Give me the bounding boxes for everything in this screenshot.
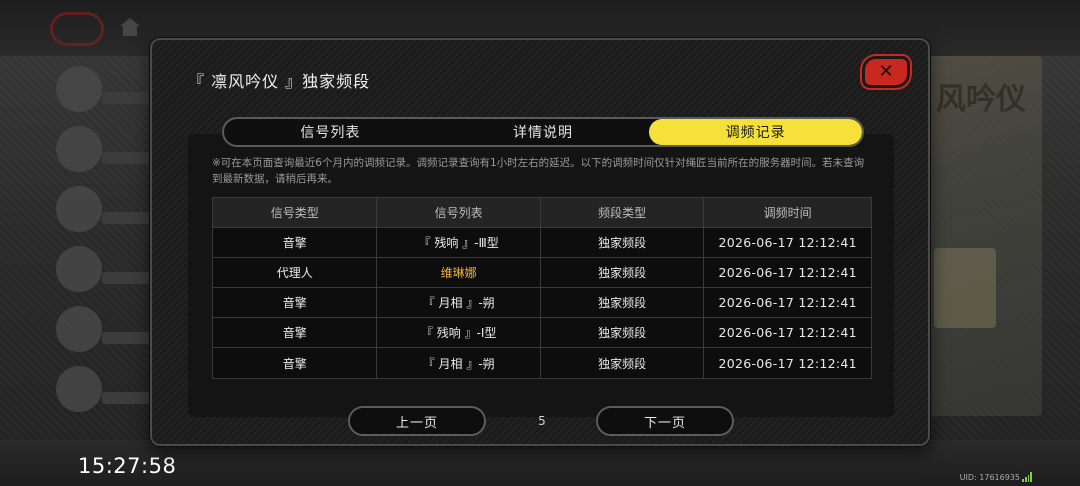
cell-tuning-time: 2026-06-17 12:12:41 xyxy=(704,258,871,288)
tab-signal-list[interactable]: 信号列表 xyxy=(224,119,437,145)
cell-band-type: 独家频段 xyxy=(540,318,705,348)
tab-details[interactable]: 详情说明 xyxy=(437,119,650,145)
cell-tuning-time: 2026-06-17 12:12:41 xyxy=(704,228,871,258)
cell-signal-item: 『 残响 』-Ⅰ型 xyxy=(377,318,541,348)
cell-signal-item: 『 月相 』-朔 xyxy=(377,348,541,378)
records-note: ※可在本页面查询最近6个月内的调频记录。调频记录查询有1小时左右的延迟。以下的调… xyxy=(212,157,865,185)
header-band-type: 频段类型 xyxy=(540,198,705,228)
cell-signal-type: 音擎 xyxy=(213,288,378,318)
background-list-item xyxy=(48,186,158,238)
table-row: 音擎 『 月相 』-朔 独家频段 2026-06-17 12:12:41 xyxy=(213,288,871,318)
cell-signal-item: 维琳娜 xyxy=(377,258,541,288)
table-header-row: 信号类型 信号列表 频段类型 调频时间 xyxy=(213,198,871,228)
background-list-item xyxy=(48,246,158,298)
background-list-item xyxy=(48,126,158,178)
avatar xyxy=(56,186,102,232)
avatar xyxy=(56,126,102,172)
background-list-item xyxy=(48,306,158,358)
status-clock: 15:27:58 xyxy=(78,454,177,478)
cell-band-type: 独家频段 xyxy=(540,288,705,318)
table-row: 音擎 『 残响 』-Ⅰ型 独家频段 2026-06-17 12:12:41 xyxy=(213,318,871,348)
close-button[interactable]: ✕ xyxy=(862,56,910,88)
close-x-icon: ✕ xyxy=(878,61,894,82)
avatar xyxy=(56,366,102,412)
header-signal-list: 信号列表 xyxy=(377,198,541,228)
background-character-card xyxy=(934,248,996,328)
avatar xyxy=(56,246,102,292)
avatar xyxy=(56,66,102,112)
cell-signal-type: 音擎 xyxy=(213,318,378,348)
table-row: 代理人 维琳娜 独家频段 2026-06-17 12:12:41 xyxy=(213,258,871,288)
cell-tuning-time: 2026-06-17 12:12:41 xyxy=(704,288,871,318)
cell-band-type: 独家频段 xyxy=(540,258,705,288)
cell-band-type: 独家频段 xyxy=(540,348,705,378)
cell-signal-type: 音擎 xyxy=(213,348,378,378)
page-number: 5 xyxy=(538,414,546,428)
tuning-records-table: 信号类型 信号列表 频段类型 调频时间 音擎 『 残响 』-Ⅲ型 独家频段 20… xyxy=(212,197,872,379)
prev-page-button[interactable]: 上一页 xyxy=(348,406,486,436)
tab-tuning-records[interactable]: 调频记录 xyxy=(649,119,862,145)
cell-signal-type: 代理人 xyxy=(213,258,378,288)
uid-label: UID: 17616935 xyxy=(959,473,1020,482)
table-row: 音擎 『 残响 』-Ⅲ型 独家频段 2026-06-17 12:12:41 xyxy=(213,228,871,258)
cell-signal-item: 『 月相 』-朔 xyxy=(377,288,541,318)
cell-tuning-time: 2026-06-17 12:12:41 xyxy=(704,318,871,348)
header-signal-type: 信号类型 xyxy=(213,198,378,228)
signal-strength-icon xyxy=(1022,472,1032,482)
cell-band-type: 独家频段 xyxy=(540,228,705,258)
cell-signal-type: 音擎 xyxy=(213,228,378,258)
background-banner-title: 风吟仪 xyxy=(936,82,1026,117)
background-logo-icon xyxy=(50,12,104,46)
background-list-item xyxy=(48,66,158,118)
avatar xyxy=(56,306,102,352)
header-tuning-time: 调频时间 xyxy=(704,198,871,228)
cell-signal-item: 『 残响 』-Ⅲ型 xyxy=(377,228,541,258)
next-page-button[interactable]: 下一页 xyxy=(596,406,734,436)
cell-tuning-time: 2026-06-17 12:12:41 xyxy=(704,348,871,378)
tab-bar: 信号列表 详情说明 调频记录 xyxy=(222,117,864,147)
exclusive-channel-modal: 『 凛风吟仪 』独家频段 ✕ 信号列表 详情说明 调频记录 ※可在本页面查询最近… xyxy=(150,38,930,446)
table-row: 音擎 『 月相 』-朔 独家频段 2026-06-17 12:12:41 xyxy=(213,348,871,378)
modal-title: 『 凛风吟仪 』独家频段 xyxy=(188,72,371,91)
background-list-item xyxy=(48,366,158,418)
